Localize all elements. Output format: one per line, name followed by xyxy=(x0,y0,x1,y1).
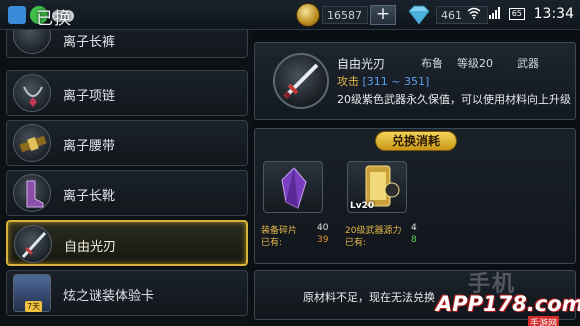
material-slot[interactable] xyxy=(263,161,323,213)
material-required: 40 xyxy=(317,223,329,233)
item-name: 自由光刃 xyxy=(64,240,117,255)
clock: 13:34 xyxy=(533,6,574,22)
item-list[interactable]: 离子长裤 离子项链 离子腰带 离子长靴 自由光刃 7天 炫之谜装体验卡 xyxy=(0,30,252,326)
list-item[interactable]: 离子长靴 xyxy=(6,170,248,216)
item-name: 离子腰带 xyxy=(63,139,116,154)
insufficient-message: 原材料不足，现在无法兑换 xyxy=(303,291,435,304)
pants-icon xyxy=(13,30,51,54)
necklace-icon xyxy=(13,74,51,112)
blade-icon xyxy=(273,53,329,109)
list-item[interactable]: 离子长裤 xyxy=(6,30,248,58)
item-name: 离子项链 xyxy=(63,89,116,104)
coin-amount: 16587 xyxy=(322,6,368,24)
level-badge: Lv20 xyxy=(350,201,375,211)
item-title: 自由光刃 xyxy=(337,57,386,71)
item-owner: 布鲁 xyxy=(421,57,443,70)
boots-icon xyxy=(13,174,51,212)
exchange-title: 兑换消耗 xyxy=(375,131,457,151)
list-item[interactable]: 离子腰带 xyxy=(6,120,248,166)
owned-label: 已有: xyxy=(261,238,283,248)
recharge-button[interactable]: + xyxy=(370,5,396,25)
crystal-icon xyxy=(281,167,307,209)
material-required: 4 xyxy=(411,223,417,233)
diamond-icon xyxy=(405,4,433,26)
item-name: 离子长靴 xyxy=(63,189,116,204)
belt-icon xyxy=(13,124,51,162)
coin-icon xyxy=(296,3,320,27)
app-icon xyxy=(8,6,26,24)
material-slot[interactable]: Lv20 xyxy=(347,161,407,213)
attack-label: 攻击 xyxy=(337,75,359,88)
item-name: 炫之谜装体验卡 xyxy=(63,289,155,304)
system-tray: 65 13:34 xyxy=(463,6,574,24)
owned-label: 已有: xyxy=(345,238,367,248)
list-item[interactable]: 离子项链 xyxy=(6,70,248,116)
exchange-cost-panel: 兑换消耗 装备碎片 40 已有: 39 Lv20 20级武器源力 4 已有: 8 xyxy=(254,128,576,264)
attack-range: [311 ~ 351] xyxy=(362,75,430,88)
top-bar: 已换 16587 + 461 65 13:34 xyxy=(0,0,580,30)
list-item[interactable]: 7天 炫之谜装体验卡 xyxy=(6,270,248,316)
site-watermark: APP178.com 手游网 xyxy=(436,290,580,326)
blade-icon xyxy=(14,225,52,263)
list-item[interactable]: 自由光刃 xyxy=(6,220,248,266)
battery-icon: 65 xyxy=(508,8,525,20)
duration-badge: 7天 xyxy=(25,301,43,312)
item-description: 20级紫色武器永久保值，可以使用材料向上升级 xyxy=(337,93,571,106)
item-type: 武器 xyxy=(517,57,539,70)
material-owned: 8 xyxy=(411,235,417,245)
item-name: 离子长裤 xyxy=(63,35,116,50)
item-level: 等级20 xyxy=(457,57,493,70)
item-detail-panel: 自由光刃 布鲁 等级20 武器 攻击 [311 ~ 351] 20级紫色武器永久… xyxy=(254,42,576,120)
attack-stat: 攻击 [311 ~ 351] xyxy=(337,73,429,89)
material-owned: 39 xyxy=(317,235,329,245)
wifi-icon xyxy=(467,7,481,22)
signal-icon xyxy=(488,6,501,22)
page-title: 已换 xyxy=(36,9,72,29)
